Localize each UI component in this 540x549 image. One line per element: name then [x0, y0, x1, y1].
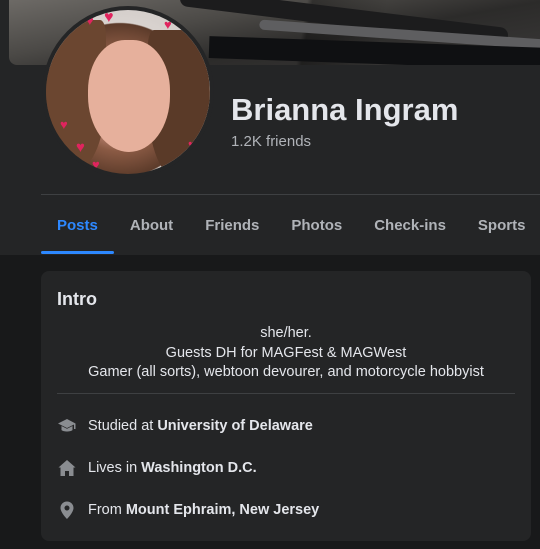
intro-title: Intro	[57, 289, 97, 309]
education-prefix: Studied at	[88, 418, 154, 434]
profile-header: ♥ ♥ ♥ ♥ ♥ ♥ ♥ Brianna Ingram 1.2K friend…	[0, 0, 540, 255]
bio-line: Gamer (all sorts), webtoon devourer, and…	[88, 364, 484, 380]
hometown-prefix: From	[88, 502, 122, 518]
residence-link[interactable]: Washington D.C.	[141, 460, 256, 476]
friends-count-link[interactable]: 1.2K friends	[231, 133, 311, 150]
education-link[interactable]: University of Delaware	[157, 418, 313, 434]
home-icon	[57, 458, 77, 478]
graduation-cap-icon	[57, 416, 77, 436]
profile-tabs: Posts About Friends Photos Check-ins Spo…	[41, 196, 540, 254]
intro-divider	[57, 393, 515, 394]
location-pin-icon	[57, 500, 77, 520]
residence-prefix: Lives in	[88, 460, 138, 476]
bio-line: Guests DH for MAGFest & MAGWest	[165, 344, 407, 361]
tab-friends[interactable]: Friends	[189, 196, 275, 254]
header-divider	[41, 194, 540, 195]
profile-name: Brianna Ingram	[231, 92, 459, 127]
bio-line: she/her.	[260, 325, 312, 341]
hometown-link[interactable]: Mount Ephraim, New Jersey	[126, 502, 319, 518]
profile-avatar[interactable]: ♥ ♥ ♥ ♥ ♥ ♥ ♥	[42, 6, 214, 178]
tab-check-ins[interactable]: Check-ins	[358, 196, 462, 254]
detail-education: Studied at University of Delaware	[57, 415, 313, 437]
detail-hometown: From Mount Ephraim, New Jersey	[57, 499, 319, 521]
tab-posts[interactable]: Posts	[41, 196, 114, 254]
tab-about[interactable]: About	[114, 196, 189, 254]
intro-bio: she/her. Guests DH for MAGFest & MAGWest…	[41, 324, 531, 383]
intro-card: Intro she/her. Guests DH for MAGFest & M…	[41, 271, 531, 541]
tab-sports[interactable]: Sports	[462, 196, 540, 254]
detail-residence: Lives in Washington D.C.	[57, 457, 257, 479]
tab-photos[interactable]: Photos	[275, 196, 358, 254]
